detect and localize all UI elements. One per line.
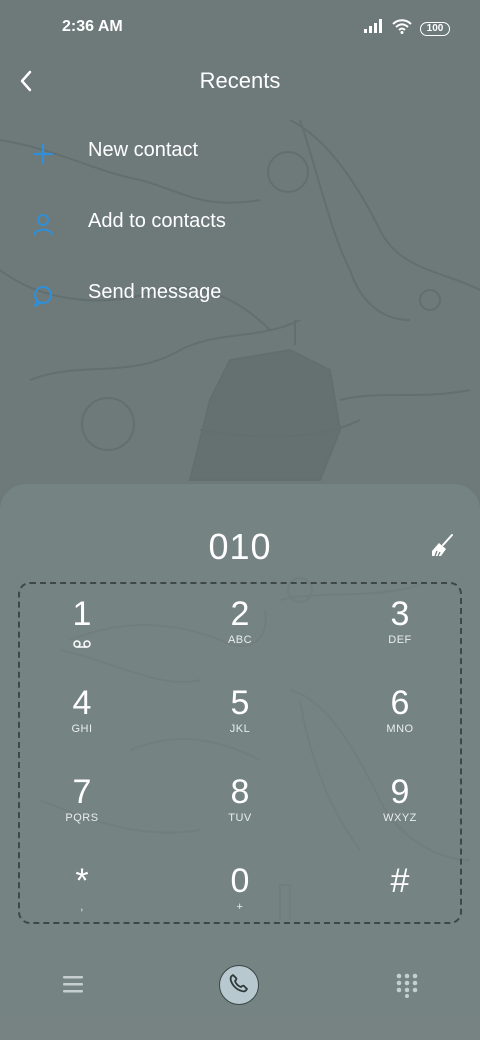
key-letters: ABC [227, 634, 253, 646]
key-1[interactable]: 1 [22, 584, 142, 668]
phone-icon [228, 972, 250, 999]
key-letters: GHI [71, 723, 93, 735]
key-digit: 8 [230, 773, 250, 811]
key-8[interactable]: 8 TUV [180, 762, 300, 846]
key-9[interactable]: 9 WXYZ [340, 762, 460, 846]
key-letters: JKL [229, 723, 251, 735]
new-contact-item[interactable]: New contact [0, 125, 480, 181]
plus-icon [30, 141, 56, 167]
key-letters: WXYZ [383, 812, 417, 824]
new-contact-label: New contact [88, 139, 199, 161]
key-digit: 5 [230, 684, 250, 722]
signal-icon [364, 19, 384, 38]
battery-icon: 100 [420, 21, 450, 36]
key-digit: 4 [72, 684, 92, 722]
call-button[interactable] [219, 965, 259, 1005]
key-star[interactable]: * , [22, 851, 142, 935]
add-to-contacts-label: Add to contacts [88, 210, 226, 232]
dialed-number: 010 [208, 526, 272, 567]
status-time: 2:36 AM [62, 18, 123, 35]
dialpad-icon[interactable] [394, 972, 420, 998]
key-digit: 9 [390, 773, 410, 811]
bottom-bar [0, 948, 480, 1024]
key-0[interactable]: 0 + [180, 851, 300, 935]
status-icons: 100 [364, 18, 450, 39]
key-letters: DEF [388, 634, 412, 646]
key-letters: + [236, 901, 244, 913]
person-icon [30, 212, 56, 238]
broom-icon[interactable] [428, 532, 456, 560]
send-message-label: Send message [88, 281, 222, 303]
key-2[interactable]: 2 ABC [180, 584, 300, 668]
header: Recents [0, 56, 480, 108]
wifi-icon [392, 18, 412, 39]
key-digit: * [75, 862, 89, 900]
key-digit: 7 [72, 773, 92, 811]
key-letters: , [80, 901, 84, 913]
key-hash[interactable]: # [340, 851, 460, 935]
key-digit: # [390, 862, 410, 900]
key-letters: MNO [386, 723, 414, 735]
key-digit: 0 [230, 862, 250, 900]
menu-icon[interactable] [60, 972, 86, 996]
key-3[interactable]: 3 DEF [340, 584, 460, 668]
status-bar: 2:36 AM 100 [0, 0, 480, 56]
key-6[interactable]: 6 MNO [340, 673, 460, 757]
key-letters: PQRS [65, 812, 99, 824]
send-message-item[interactable]: Send message [0, 267, 480, 323]
key-5[interactable]: 5 JKL [180, 673, 300, 757]
key-digit: 2 [230, 595, 250, 633]
keypad: 1 2 ABC 3 DEF 4 GHI 5 JKL 6 MNO 7 PQRS 8… [18, 582, 462, 924]
key-digit: 1 [72, 595, 92, 633]
key-letters: TUV [228, 812, 252, 824]
page-title: Recents [199, 68, 281, 93]
key-digit: 6 [390, 684, 410, 722]
add-to-contacts-item[interactable]: Add to contacts [0, 196, 480, 252]
key-digit: 3 [390, 595, 410, 633]
key-7[interactable]: 7 PQRS [22, 762, 142, 846]
voicemail-icon [22, 636, 142, 654]
key-4[interactable]: 4 GHI [22, 673, 142, 757]
message-bubble-icon [30, 283, 56, 309]
